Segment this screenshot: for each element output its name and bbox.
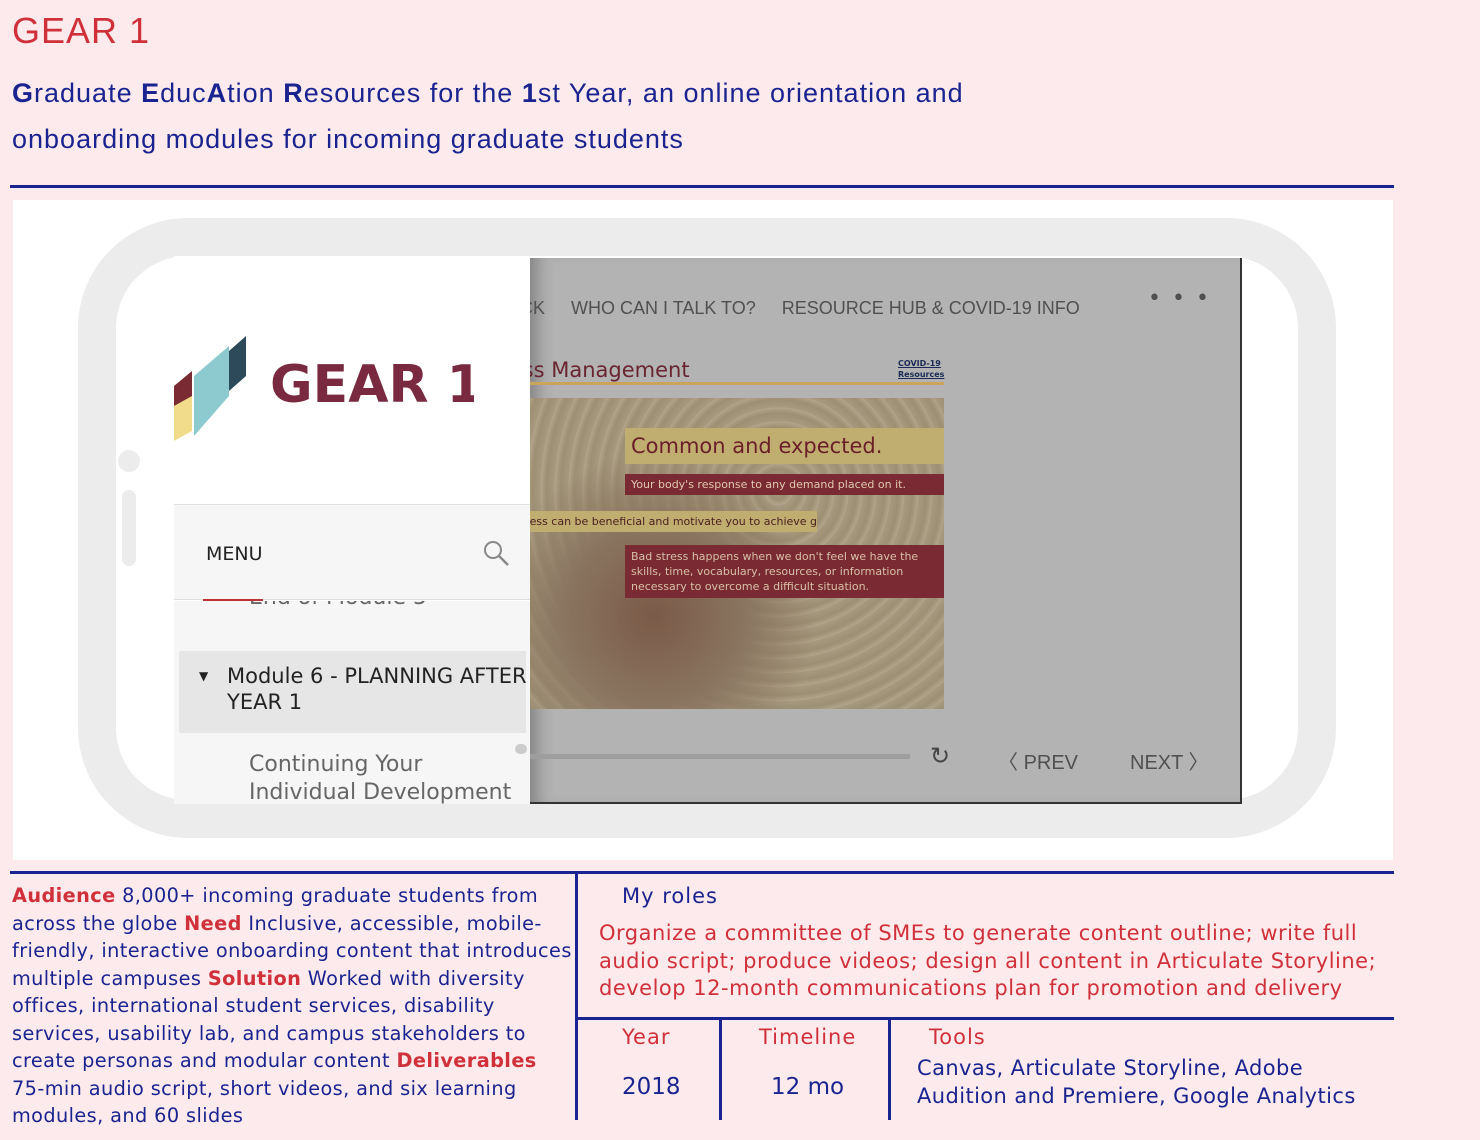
subtitle-part: esources for the: [303, 78, 522, 108]
divider: [719, 1018, 722, 1120]
nav-who-can-i-talk-to[interactable]: WHO CAN I TALK TO?: [571, 298, 756, 318]
link-line: COVID-19: [898, 359, 941, 368]
caption: Stress can be beneficial and motivate yo…: [530, 511, 817, 532]
subtitle-part: duc: [160, 78, 207, 108]
subtitle-part: E: [141, 78, 161, 108]
scrollbar[interactable]: [515, 744, 527, 754]
divider: [10, 185, 1394, 188]
caret-down-icon: ▼: [199, 669, 209, 683]
divider: [10, 871, 1394, 874]
timeline-value: 12 mo: [771, 1074, 845, 1100]
menu-item-label: Module 6 - PLANNING AFTER YEAR 1: [227, 664, 527, 714]
divider: [888, 1018, 891, 1120]
caption: Common and expected.: [625, 428, 944, 464]
subtitle-part: 1: [521, 78, 538, 108]
caption: Bad stress happens when we don't feel we…: [625, 545, 944, 598]
replay-icon[interactable]: ↻: [930, 742, 950, 770]
course-screen: GEAR 1 MENU End of Module 5 ▼ Module 6 -…: [174, 256, 1242, 804]
phone-button: [118, 450, 140, 472]
gear1-logo: GEAR 1: [174, 336, 474, 441]
year-value: 2018: [622, 1074, 681, 1100]
more-icon[interactable]: • • •: [1148, 286, 1211, 311]
prev-button[interactable]: 〈 PREV: [998, 746, 1078, 775]
tools-label: Tools: [929, 1025, 986, 1049]
project-summary: Audience 8,000+ incoming graduate studen…: [12, 882, 572, 1130]
subtitle-part: tion: [227, 78, 284, 108]
progress-bar[interactable]: [530, 754, 910, 759]
timeline-label: Timeline: [759, 1025, 857, 1049]
menu-item[interactable]: Continuing Your Individual Development P…: [249, 751, 529, 804]
page-title: GEAR 1: [12, 10, 151, 51]
nav-resource-hub[interactable]: RESOURCE HUB & COVID-19 INFO: [782, 298, 1080, 318]
next-label: NEXT: [1130, 752, 1183, 774]
subtitle-part: G: [12, 78, 35, 108]
prev-label: PREV: [1023, 752, 1079, 774]
tools-value: Canvas, Articulate Storyline, Adobe Audi…: [917, 1056, 1356, 1108]
divider: [575, 872, 578, 1120]
phone-button: [122, 490, 136, 566]
course-menu: GEAR 1 MENU End of Module 5 ▼ Module 6 -…: [174, 256, 531, 804]
top-nav: BACK WHO CAN I TALK TO? RESOURCE HUB & COV…: [530, 298, 1106, 319]
summary-label: Audience: [12, 884, 116, 907]
title-underline: [530, 382, 944, 385]
menu-bar: MENU: [174, 504, 531, 601]
roles-text: Organize a committee of SMEs to generate…: [599, 921, 1377, 1000]
slide-title: Stress Management: [530, 358, 690, 382]
link-line: Resources: [898, 370, 945, 379]
divider: [577, 1017, 1394, 1020]
page-subtitle: Graduate EducAtion Resources for the 1st…: [12, 70, 1012, 162]
menu-item-module-6[interactable]: ▼ Module 6 - PLANNING AFTER YEAR 1: [179, 651, 527, 733]
chevron-right-icon: 〉: [1182, 752, 1209, 774]
year-label: Year: [622, 1025, 671, 1049]
chevron-left-icon: 〈: [998, 752, 1024, 774]
caption: Your body's response to any demand place…: [625, 474, 944, 495]
slide-area: BACK WHO CAN I TALK TO? RESOURCE HUB & COV…: [530, 258, 1242, 804]
subtitle-part: A: [206, 78, 228, 108]
summary-label: Need: [184, 911, 242, 935]
nav-back[interactable]: BACK: [530, 298, 545, 318]
covid-resources-link[interactable]: COVID-19 Resources: [898, 358, 944, 380]
logo-text: GEAR 1: [270, 355, 474, 415]
subtitle-part: R: [283, 78, 304, 108]
subtitle-part: raduate: [34, 78, 142, 108]
menu-item[interactable]: End of Module 5: [249, 601, 427, 610]
summary-label: Solution: [207, 966, 302, 990]
slide-photo: Common and expected. Your body's respons…: [530, 398, 944, 709]
menu-list[interactable]: End of Module 5 ▼ Module 6 - PLANNING AF…: [174, 601, 531, 804]
next-button[interactable]: NEXT 〉: [1130, 746, 1209, 775]
summary-text: 75-min audio script, short videos, and s…: [12, 1076, 517, 1128]
menu-tab[interactable]: MENU: [206, 543, 263, 565]
summary-label: Deliverables: [396, 1049, 537, 1072]
roles-heading: My roles: [622, 884, 718, 908]
search-icon[interactable]: [482, 539, 510, 567]
